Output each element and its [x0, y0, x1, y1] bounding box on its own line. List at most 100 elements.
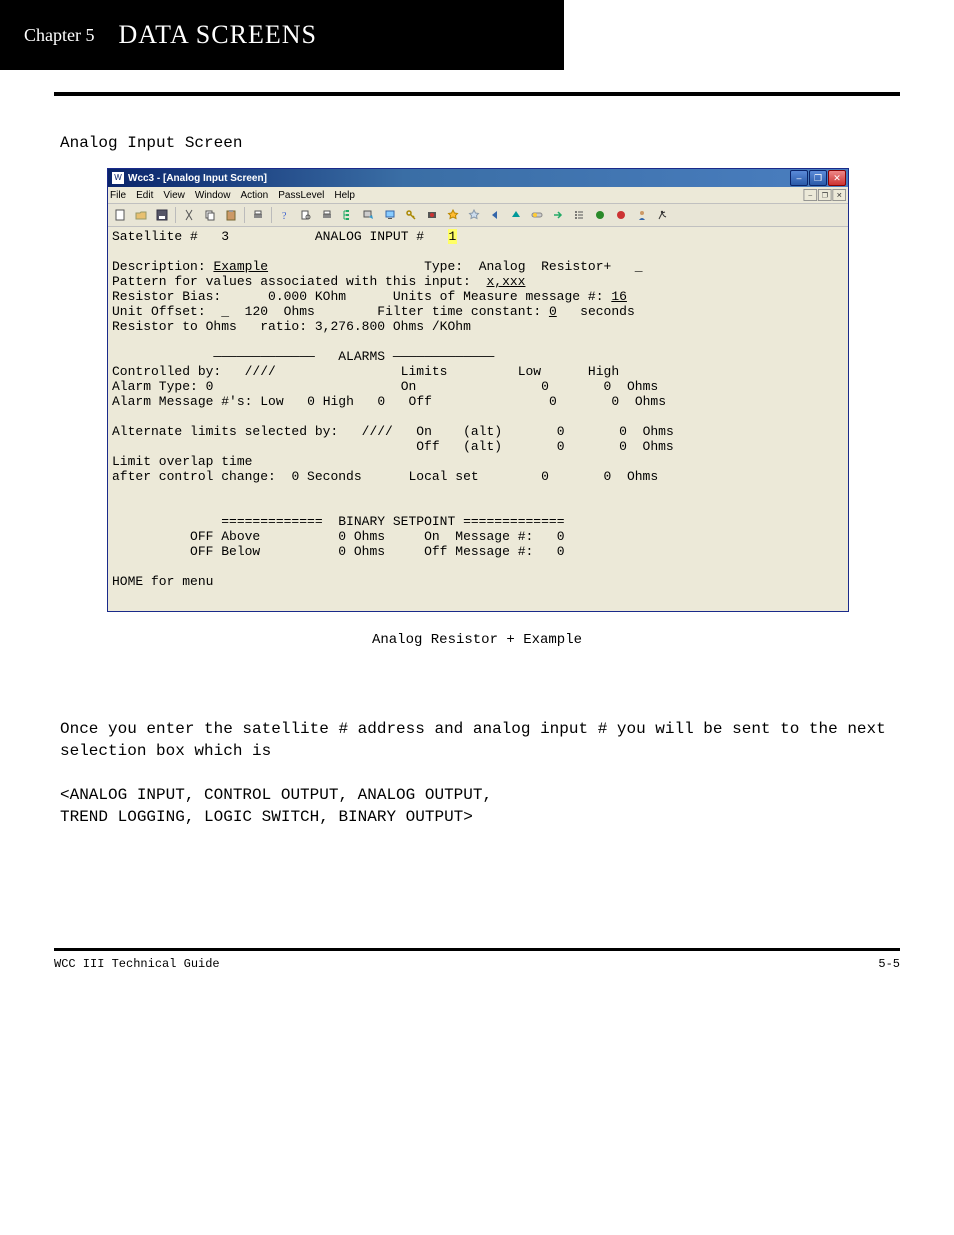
person-icon[interactable]: [632, 205, 652, 225]
on-high-value[interactable]: 0: [604, 379, 612, 394]
mdi-minimize-button[interactable]: –: [804, 189, 818, 201]
page-footer: WCC III Technical Guide 5-5: [54, 957, 900, 971]
satellite-number[interactable]: 3: [221, 229, 229, 244]
nav-back-icon[interactable]: [485, 205, 505, 225]
limit-overlap-value[interactable]: 0 Seconds: [291, 469, 361, 484]
on-alt-low[interactable]: 0: [557, 424, 565, 439]
resistor-ratio-value[interactable]: 3,276.800 Ohms /KOhm: [315, 319, 471, 334]
off-low-value[interactable]: 0: [549, 394, 557, 409]
bullets-icon[interactable]: [569, 205, 589, 225]
alarm-msg-high[interactable]: 0: [377, 394, 385, 409]
title-bar[interactable]: W Wcc3 - [Analog Input Screen] – ❐ ✕: [108, 169, 848, 187]
menu-window[interactable]: Window: [195, 190, 231, 201]
local-low[interactable]: 0: [541, 469, 549, 484]
alternate-limits-label: Alternate limits selected by:: [112, 424, 338, 439]
close-button[interactable]: ✕: [828, 170, 846, 186]
svg-text:?: ?: [282, 211, 287, 221]
off-message-label: Off Message #:: [424, 544, 533, 559]
alt-tag-1: (alt): [463, 424, 502, 439]
copy-icon[interactable]: [200, 205, 220, 225]
chapter-header: Chapter 5 DATA SCREENS: [0, 0, 564, 70]
print-preview-icon[interactable]: [296, 205, 316, 225]
on-message-label: On Message #:: [424, 529, 533, 544]
on-alt-high[interactable]: 0: [619, 424, 627, 439]
chapter-number: Chapter 5: [24, 25, 94, 46]
go-icon[interactable]: [548, 205, 568, 225]
cut-icon[interactable]: [179, 205, 199, 225]
app-icon: W: [112, 172, 124, 184]
paste-icon[interactable]: [221, 205, 241, 225]
off-below-value[interactable]: 0 Ohms: [338, 544, 385, 559]
green-dot-icon[interactable]: [590, 205, 610, 225]
menu-passlevel[interactable]: PassLevel: [278, 190, 324, 201]
alarm-type-value[interactable]: 0: [206, 379, 214, 394]
filter-time-constant-value[interactable]: 0: [549, 304, 557, 319]
toggle-icon[interactable]: [527, 205, 547, 225]
on-low-value[interactable]: 0: [541, 379, 549, 394]
high-header: High: [588, 364, 619, 379]
limit-overlap-label2: after control change:: [112, 469, 276, 484]
mdi-restore-button[interactable]: ❐: [818, 189, 832, 201]
toolbar: ?: [108, 204, 848, 227]
resistor-bias-value[interactable]: 0.000 KOhm: [268, 289, 346, 304]
menu-edit[interactable]: Edit: [136, 190, 153, 201]
type-value[interactable]: Analog Resistor+: [479, 259, 612, 274]
section-heading: Analog Input Screen: [60, 132, 894, 154]
printer2-icon[interactable]: [317, 205, 337, 225]
analog-input-label: ANALOG INPUT #: [315, 229, 424, 244]
nav-up-icon[interactable]: [506, 205, 526, 225]
menu-help[interactable]: Help: [334, 190, 355, 201]
print-icon[interactable]: [248, 205, 268, 225]
record-icon[interactable]: [422, 205, 442, 225]
run-icon[interactable]: [653, 205, 673, 225]
help-icon[interactable]: ?: [275, 205, 295, 225]
tree-icon[interactable]: [338, 205, 358, 225]
pattern-value[interactable]: x,xxx: [486, 274, 525, 289]
resistor-bias-label: Resistor Bias:: [112, 289, 221, 304]
off-above-value[interactable]: 0 Ohms: [338, 529, 385, 544]
menu-view[interactable]: View: [163, 190, 185, 201]
filter-time-constant-label: Filter time constant:: [377, 304, 541, 319]
menu-bar: File Edit View Window Action PassLevel H…: [108, 187, 848, 204]
satellite-label: Satellite #: [112, 229, 198, 244]
home-for-menu: HOME for menu: [112, 574, 213, 589]
local-high[interactable]: 0: [604, 469, 612, 484]
unit-offset-value[interactable]: 120: [245, 304, 268, 319]
local-set-label: Local set: [408, 469, 478, 484]
local-unit: Ohms: [627, 469, 658, 484]
off-message-value[interactable]: 0: [557, 544, 565, 559]
alarms-header: ALARMS: [338, 349, 385, 364]
alternate-limits-value[interactable]: ////: [362, 424, 393, 439]
post-paragraph-line1: Once you enter the satellite # address a…: [60, 718, 894, 762]
units-measure-value[interactable]: 16: [611, 289, 627, 304]
menu-file[interactable]: File: [110, 190, 126, 201]
open-icon[interactable]: [131, 205, 151, 225]
description-value[interactable]: Example: [213, 259, 268, 274]
send-icon[interactable]: [359, 205, 379, 225]
save-icon[interactable]: [152, 205, 172, 225]
off-high-value[interactable]: 0: [611, 394, 619, 409]
maximize-button[interactable]: ❐: [809, 170, 827, 186]
screen-icon[interactable]: [380, 205, 400, 225]
analog-input-number[interactable]: 1: [448, 229, 458, 244]
footer-left: WCC III Technical Guide: [54, 957, 220, 971]
resistor-ratio-label: Resistor to Ohms ratio:: [112, 319, 307, 334]
star1-icon[interactable]: [443, 205, 463, 225]
red-dot-icon[interactable]: [611, 205, 631, 225]
off-alt-low[interactable]: 0: [557, 439, 565, 454]
star2-icon[interactable]: [464, 205, 484, 225]
new-icon[interactable]: [110, 205, 130, 225]
figure-caption: Analog Resistor + Example: [107, 632, 847, 648]
off-above-label: OFF Above: [190, 529, 260, 544]
menu-action[interactable]: Action: [240, 190, 268, 201]
alarm-message-label: Alarm Message #'s:: [112, 394, 252, 409]
key-icon[interactable]: [401, 205, 421, 225]
minimize-button[interactable]: –: [790, 170, 808, 186]
controlled-by-value[interactable]: ////: [245, 364, 276, 379]
alarm-msg-low[interactable]: 0: [307, 394, 315, 409]
off-alt-high[interactable]: 0: [619, 439, 627, 454]
controlled-by-label: Controlled by:: [112, 364, 221, 379]
description-label: Description:: [112, 259, 206, 274]
on-message-value[interactable]: 0: [557, 529, 565, 544]
mdi-close-button[interactable]: ✕: [832, 189, 846, 201]
